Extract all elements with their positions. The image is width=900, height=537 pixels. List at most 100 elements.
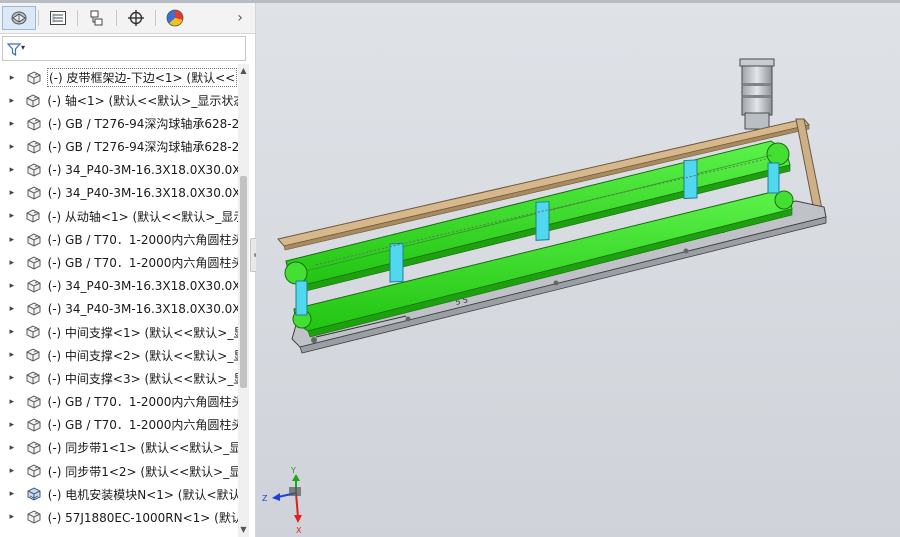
tree-item[interactable]: ▸ (-) 同步带1<1> (默认<<默认>_显 <box>0 436 238 459</box>
component-icon <box>24 207 42 225</box>
tree-expander-icon[interactable]: ▸ <box>5 258 19 268</box>
tree-item[interactable]: ▸ (-) 34_P40-3M-16.3X18.0X30.0X <box>0 298 238 321</box>
tree-expander-icon[interactable]: ▸ <box>5 512 19 522</box>
scrollbar-thumb[interactable] <box>240 176 247 388</box>
tree-item[interactable]: ▸ (-) GB / T276-94深沟球轴承628-2 <box>0 112 238 135</box>
filter-dropdown-caret[interactable]: ▾ <box>21 44 25 52</box>
tree-expander-icon[interactable]: ▸ <box>5 281 19 291</box>
tree-item[interactable]: ▸ (-) 同步带1<2> (默认<<默认>_显 <box>0 460 238 483</box>
component-icon <box>25 277 43 295</box>
tree-item[interactable]: ▸ (-) GB / T70．1-2000内六角圆柱头 <box>0 390 238 413</box>
tree-item[interactable]: ▸ (-) GB / T70．1-2000内六角圆柱头 <box>0 228 238 251</box>
component-icon <box>25 138 43 156</box>
propertymanager-tab[interactable] <box>41 6 75 30</box>
tree-item-label: (-) 同步带1<2> (默认<<默认>_显 <box>47 464 238 479</box>
tree-expander-icon[interactable]: ▸ <box>5 119 19 129</box>
tree-item[interactable]: ▸ (-) GB / T70．1-2000内六角圆柱头 <box>0 413 238 436</box>
tree-item-label: (-) GB / T70．1-2000内六角圆柱头 <box>47 418 238 433</box>
component-icon <box>24 369 42 387</box>
tree-item-label: (-) 34_P40-3M-16.3X18.0X30.0X <box>47 302 238 316</box>
tree-item[interactable]: ▸ (-) 中间支撑<2> (默认<<默认>_显 <box>0 344 238 367</box>
tree-expander-icon[interactable]: ▸ <box>5 165 19 175</box>
tree-item[interactable]: ▸ (-) GB / T276-94深沟球轴承628-2 <box>0 135 238 158</box>
tree-expander-icon[interactable]: ▸ <box>5 142 19 152</box>
tree-item-label: (-) 轴<1> (默认<<默认>_显示状态 <box>47 94 238 109</box>
triad-x-label: X <box>296 526 302 535</box>
tree-expander-icon[interactable]: ▸ <box>5 304 19 314</box>
tree-expander-icon[interactable]: ▸ <box>5 466 19 476</box>
tree-item[interactable]: ▸ (-) 电机安装模块N<1> (默认<默认 <box>0 483 238 506</box>
tree-item[interactable]: ▸ (-) GB / T70．1-2000内六角圆柱头 <box>0 251 238 274</box>
filter-bar: ▾ <box>0 34 249 64</box>
tree-item-label: (-) 皮带框架边-下边<1> (默认<< <box>47 68 238 87</box>
dimxpertmanager-tab[interactable] <box>119 6 153 30</box>
triad-z-label: Z <box>262 494 268 503</box>
tree-expander-icon[interactable]: ▸ <box>5 397 19 407</box>
tab-scroll-right-button[interactable]: › <box>232 6 248 30</box>
tree-vertical-scrollbar[interactable]: ▲ ▼ <box>238 64 249 537</box>
component-icon <box>24 346 42 364</box>
component-icon <box>25 439 43 457</box>
tree-item-label: (-) 同步带1<1> (默认<<默认>_显 <box>47 441 238 456</box>
propertymanager-icon <box>50 11 66 25</box>
tree-item-label: (-) GB / T276-94深沟球轴承628-2 <box>47 117 238 132</box>
displaymanager-icon <box>166 9 184 27</box>
tree-item[interactable]: ▸ (-) 34_P40-3M-16.3X18.0X30.0X <box>0 182 238 205</box>
tree-expander-icon[interactable]: ▸ <box>5 73 19 83</box>
tree-item-label: (-) GB / T70．1-2000内六角圆柱头 <box>47 233 238 248</box>
tree-expander-icon[interactable]: ▸ <box>5 327 18 337</box>
tree-item[interactable]: ▸ (-) 轴<1> (默认<<默认>_显示状态 <box>0 89 238 112</box>
triad-x-axis <box>295 492 299 518</box>
orientation-triad: Y Z X <box>262 466 302 535</box>
tree-expander-icon[interactable]: ▸ <box>5 188 19 198</box>
tree-item[interactable]: ▸ (-) 皮带框架边-下边<1> (默认<< <box>0 66 238 89</box>
component-icon <box>25 393 43 411</box>
component-icon <box>25 184 43 202</box>
tree-expander-icon[interactable]: ▸ <box>5 350 18 360</box>
tree-expander-icon[interactable]: ▸ <box>5 443 19 453</box>
tree-expander-icon[interactable]: ▸ <box>5 211 18 221</box>
tree-item-label: (-) 从动轴<1> (默认<<默认>_显示 <box>47 209 238 224</box>
tree-expander-icon[interactable]: ▸ <box>5 235 19 245</box>
tree-item-label: (-) GB / T276-94深沟球轴承628-2 <box>47 140 238 155</box>
configurationmanager-icon <box>90 10 103 26</box>
displaymanager-tab[interactable] <box>158 6 192 30</box>
featuremanager-icon <box>11 11 27 25</box>
component-icon <box>25 254 43 272</box>
tree-item-label: (-) 34_P40-3M-16.3X18.0X30.0X <box>47 163 238 178</box>
tree-item-label: (-) GB / T70．1-2000内六角圆柱头 <box>47 256 238 271</box>
component-icon <box>25 231 43 249</box>
tree-expander-icon[interactable]: ▸ <box>5 96 18 106</box>
tree-item[interactable]: ▸ (-) 34_P40-3M-16.3X18.0X30.0X <box>0 159 238 182</box>
component-icon <box>24 92 42 110</box>
graphics-viewport[interactable]: 5 5 6 6 <box>256 3 900 537</box>
tree-item[interactable]: ▸ (-) 中间支撑<3> (默认<<默认>_显 <box>0 367 238 390</box>
tree-expander-icon[interactable]: ▸ <box>5 420 19 430</box>
filter-funnel-icon[interactable] <box>7 43 29 57</box>
tree-item-label: (-) 中间支撑<2> (默认<<默认>_显 <box>47 348 238 363</box>
tree-item[interactable]: ▸ (-) 从动轴<1> (默认<<默认>_显示 <box>0 205 238 228</box>
triad-y-label: Y <box>290 466 296 475</box>
feature-tree: ▸ (-) 皮带框架边-下边<1> (默认<< ▸ (-) 轴<1> (默认<<默认>… <box>0 64 238 537</box>
configurationmanager-tab[interactable] <box>80 6 114 30</box>
component-icon <box>24 323 42 341</box>
scroll-down-arrow[interactable]: ▼ <box>238 525 249 535</box>
manager-tabbar: › <box>0 3 255 34</box>
tree-item[interactable]: ▸ (-) 34_P40-3M-16.3X18.0X30.0X <box>0 274 238 297</box>
component-icon <box>25 416 43 434</box>
tree-item-label: (-) 57J1880EC-1000RN<1> (默认 <box>47 510 238 525</box>
component-icon <box>25 300 43 318</box>
component-icon <box>25 115 43 133</box>
tree-item[interactable]: ▸ (-) 中间支撑<1> (默认<<默认>_显 <box>0 321 238 344</box>
featuremanager-panel: › ▾ ▸ (-) 皮带框架边-下边<1> (默认<< ▸ (-) 轴<1> (默认<… <box>0 3 256 537</box>
component-icon <box>25 485 43 503</box>
tree-filter-input[interactable]: ▾ <box>2 36 246 61</box>
tree-expander-icon[interactable]: ▸ <box>5 489 19 499</box>
featuremanager-tab[interactable] <box>2 6 36 30</box>
tree-item[interactable]: ▸ (-) 57J1880EC-1000RN<1> (默认 <box>0 506 238 529</box>
tree-item-label: (-) 34_P40-3M-16.3X18.0X30.0X <box>47 186 238 201</box>
tree-expander-icon[interactable]: ▸ <box>5 373 18 383</box>
component-icon <box>25 462 43 480</box>
scroll-up-arrow[interactable]: ▲ <box>238 66 249 76</box>
component-icon <box>25 508 43 526</box>
